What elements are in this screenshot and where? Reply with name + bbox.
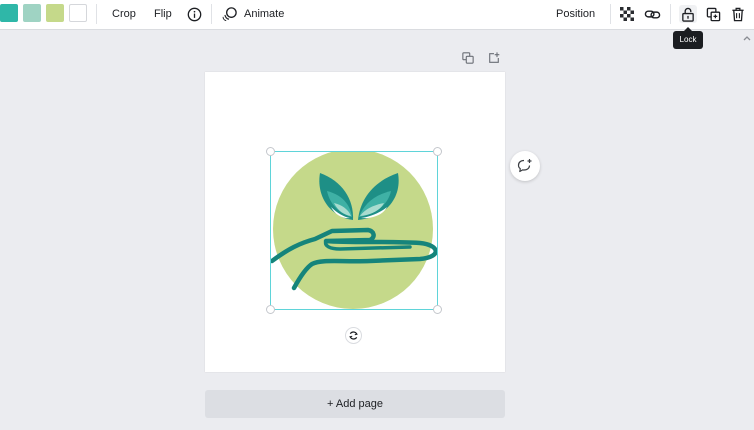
color-swatch-mint[interactable] [23,4,41,22]
trash-icon [732,7,744,21]
comment-plus-icon [517,159,532,173]
link-icon [644,9,660,19]
rotate-handle[interactable] [345,327,362,344]
crop-button[interactable]: Crop [112,7,136,21]
toolbar-divider [610,4,611,24]
add-page-top-button[interactable] [487,51,501,65]
toolbar-divider [96,4,97,24]
info-button[interactable] [185,5,203,23]
lock-tooltip: Lock [673,27,703,49]
color-swatch-lime[interactable] [46,4,64,22]
link-button[interactable] [643,5,661,23]
animate-button[interactable]: Animate [244,7,284,21]
add-page-button[interactable]: + Add page [205,390,505,418]
flip-button[interactable]: Flip [154,7,172,21]
position-button[interactable]: Position [556,7,595,21]
resize-handle-top-left[interactable] [266,147,275,156]
color-swatch-teal[interactable] [0,4,18,22]
selection-box [270,151,438,310]
duplicate-button[interactable] [704,5,722,23]
resize-handle-bottom-left[interactable] [266,305,275,314]
add-comment-button[interactable] [510,151,540,181]
toolbar-divider [670,4,671,24]
chevron-up-icon[interactable] [742,34,752,42]
duplicate-icon [706,7,720,21]
transparency-icon [620,7,634,21]
animate-icon-button[interactable] [220,5,238,23]
copy-page-icon [462,52,474,64]
add-page-icon [489,52,500,63]
transparency-button[interactable] [618,5,636,23]
delete-button[interactable] [729,5,747,23]
animate-icon [222,6,237,21]
color-swatch-white[interactable] [69,4,87,22]
info-icon [187,7,201,21]
resize-handle-bottom-right[interactable] [433,305,442,314]
lock-button[interactable] [679,5,697,23]
editor-toolbar: Crop Flip Animate Position [0,0,754,30]
resize-handle-top-right[interactable] [433,147,442,156]
duplicate-page-button[interactable] [461,51,475,65]
unlock-icon [682,7,694,22]
toolbar-divider [211,4,212,24]
rotate-icon [349,331,358,340]
